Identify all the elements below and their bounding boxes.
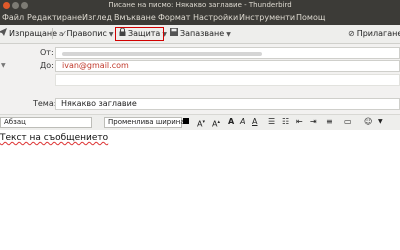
save-button[interactable]: Запазване ▼ xyxy=(170,27,231,40)
menu-bar: Файл Редактиране Изглед Вмъкване Формат … xyxy=(0,11,400,25)
menu-file[interactable]: Файл xyxy=(2,11,24,25)
emoticon-icon[interactable]: ☺ xyxy=(364,116,372,128)
increase-font-size-icon[interactable]: A▴ xyxy=(212,116,220,129)
menu-options[interactable]: Настройки xyxy=(193,11,238,25)
compose-toolbar: Изпращане a⁄ Правопис ▼ Защита ▼ Запазване ▼… xyxy=(0,25,400,44)
security-highlight xyxy=(115,27,164,41)
bullet-list-icon[interactable]: ☰ xyxy=(268,116,275,128)
decrease-font-size-icon[interactable]: A▾ xyxy=(197,116,205,129)
formatting-toolbar: Абзац Променлива ширина A▾ A▴ A A A ☰ ☷ … xyxy=(0,114,400,131)
subject-field[interactable]: Някакво заглавие xyxy=(55,98,400,110)
chevron-down-icon[interactable]: ▼ xyxy=(226,28,231,41)
italic-icon[interactable]: A xyxy=(240,116,245,128)
save-label: Запазване xyxy=(180,29,225,38)
message-body[interactable]: Текст на съобщението xyxy=(0,130,400,250)
menu-format[interactable]: Формат xyxy=(158,11,190,25)
insert-object-icon[interactable]: ▭ xyxy=(344,116,352,128)
toolbar-separator xyxy=(52,28,53,39)
empty-recipient-field[interactable] xyxy=(55,74,400,86)
bold-icon[interactable]: A xyxy=(228,116,234,128)
to-value: ivan@gmail.com xyxy=(62,61,129,70)
font-value: Променлива ширина xyxy=(108,118,185,126)
send-label: Изпращане xyxy=(9,29,58,38)
attach-label: Прилагане xyxy=(356,29,400,38)
window-title: Писане на писмо: Някакво заглавие - Thun… xyxy=(108,1,292,9)
paperclip-icon: ⊘ xyxy=(348,29,355,38)
indent-icon[interactable]: ⇥ xyxy=(310,116,317,128)
recipient-type-dropdown[interactable]: ▼ xyxy=(1,62,6,69)
paragraph-format-value: Абзац xyxy=(4,118,26,126)
font-select[interactable]: Променлива ширина xyxy=(104,117,185,128)
send-icon xyxy=(0,27,7,40)
align-icon[interactable]: ≡ xyxy=(326,116,333,128)
to-label: До: xyxy=(40,61,54,70)
from-label: От: xyxy=(40,48,54,57)
chevron-down-icon[interactable]: ▼ xyxy=(109,28,114,41)
attach-button[interactable]: ⊘ Прилагане xyxy=(348,27,400,40)
subject-label: Тема: xyxy=(33,99,57,108)
text-color-icon[interactable] xyxy=(183,118,189,124)
underline-icon[interactable]: A xyxy=(252,116,257,128)
send-button[interactable]: Изпращане xyxy=(0,27,57,40)
save-icon xyxy=(170,27,178,40)
to-field[interactable]: ivan@gmail.com xyxy=(55,60,400,72)
spelling-label: Правопис xyxy=(66,29,107,38)
menu-view[interactable]: Изглед xyxy=(82,11,112,25)
compose-header: От: ▼ До: ivan@gmail.com Тема: Някакво з… xyxy=(0,44,400,114)
menu-insert[interactable]: Вмъкване xyxy=(114,11,156,25)
message-text: Текст на съобщението xyxy=(0,133,109,143)
chevron-down-icon[interactable]: ▼ xyxy=(378,116,383,128)
menu-edit[interactable]: Редактиране xyxy=(27,11,82,25)
menu-tools[interactable]: Инструменти xyxy=(239,11,295,25)
menu-help[interactable]: Помощ xyxy=(296,11,325,25)
outdent-icon[interactable]: ⇤ xyxy=(296,116,303,128)
spelling-button[interactable]: a⁄ Правопис ▼ xyxy=(59,27,114,40)
from-value-redacted xyxy=(62,52,262,56)
subject-value: Някакво заглавие xyxy=(61,99,137,108)
from-field[interactable] xyxy=(55,47,400,59)
numbered-list-icon[interactable]: ☷ xyxy=(282,116,289,128)
paragraph-format-select[interactable]: Абзац xyxy=(0,117,92,128)
title-bar: Писане на писмо: Някакво заглавие - Thun… xyxy=(0,0,400,11)
spell-check-icon: a⁄ xyxy=(59,30,65,38)
